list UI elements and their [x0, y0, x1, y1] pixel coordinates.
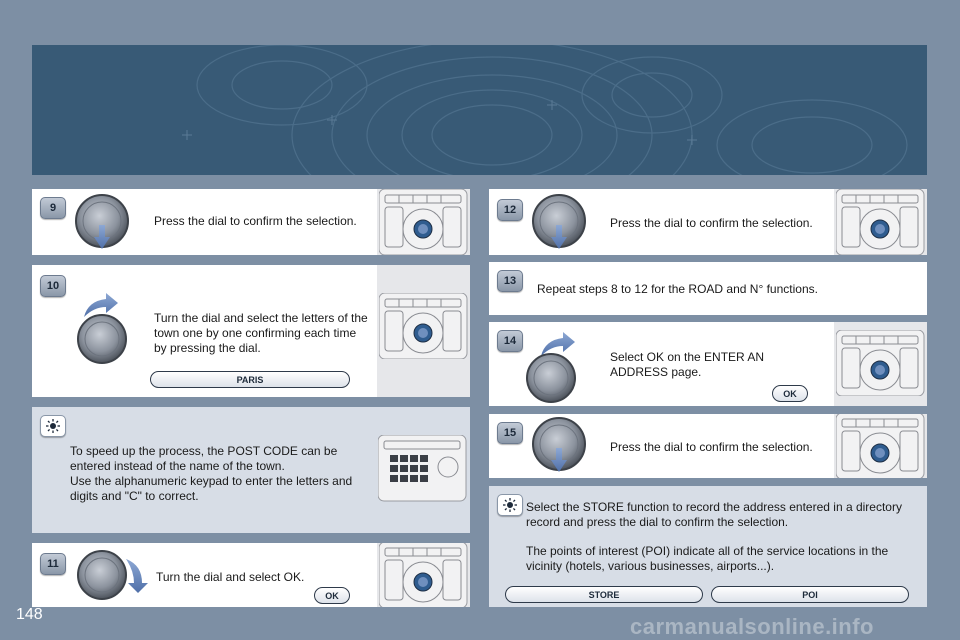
- tip-postcode-line-2: Use the alphanumeric keypad to enter the…: [70, 474, 353, 503]
- rotary-dial-icon: [75, 194, 129, 249]
- tip-card-store-poi: Select the STORE function to record the …: [489, 486, 927, 607]
- control-panel-icon: [836, 330, 925, 396]
- rotary-dial-icon: [532, 417, 586, 472]
- poi-pill: POI: [711, 586, 909, 603]
- control-panel-icon: [836, 414, 925, 478]
- step-badge-12: 12: [497, 199, 523, 221]
- ok-pill: OK: [772, 385, 808, 402]
- paris-pill: PARIS: [150, 371, 350, 388]
- keypad-panel-icon: [378, 435, 467, 502]
- tip-card-postcode: To speed up the process, the POST CODE c…: [32, 407, 470, 533]
- control-panel-icon: [379, 293, 468, 359]
- step-badge-15: 15: [497, 422, 523, 444]
- ok-pill: OK: [314, 587, 350, 604]
- step-11-card: 11 Turn the dial and select OK. OK: [32, 543, 470, 607]
- lightbulb-icon: [40, 415, 66, 437]
- lightbulb-icon: [497, 494, 523, 516]
- step-11-text: Turn the dial and select OK.: [156, 570, 305, 584]
- tip-store-paragraph-1: Select the STORE function to record the …: [526, 500, 902, 529]
- rotary-dial-icon: [526, 353, 576, 403]
- step-14-text: Select OK on the ENTER AN ADDRESS page.: [610, 350, 765, 379]
- step-badge-9: 9: [40, 197, 66, 219]
- watermark: carmanualsonline.info: [630, 614, 874, 639]
- step-badge-11: 11: [40, 553, 66, 575]
- step-13-card: 13 Repeat steps 8 to 12 for the ROAD and…: [489, 262, 927, 315]
- control-panel-icon: [379, 189, 468, 255]
- page-number: 148: [16, 606, 43, 623]
- step-badge-10: 10: [40, 275, 66, 297]
- rotary-dial-icon: [532, 194, 586, 249]
- step-15-text: Press the dial to confirm the selection.: [610, 440, 813, 454]
- step-13-text: Repeat steps 8 to 12 for the ROAD and N°…: [537, 282, 818, 296]
- header-banner: [32, 45, 927, 175]
- store-pill: STORE: [505, 586, 703, 603]
- step-9-card: 9 Press the dial to confirm the selectio…: [32, 189, 470, 255]
- rotary-dial-icon: [77, 314, 127, 364]
- step-10-text: Turn the dial and select the letters of …: [154, 311, 368, 355]
- step-15-card: 15 Press the dial to confirm the selecti…: [489, 414, 927, 478]
- step-12-card: 12 Press the dial to confirm the selecti…: [489, 189, 927, 255]
- tip-store-paragraph-2: The points of interest (POI) indicate al…: [526, 544, 889, 573]
- topographic-pattern: [182, 45, 908, 175]
- step-badge-13: 13: [497, 270, 523, 292]
- control-panel-icon: [379, 543, 468, 607]
- step-14-card: 14 Select OK on the ENTER AN ADDRESS pag…: [489, 322, 927, 406]
- step-12-text: Press the dial to confirm the selection.: [610, 216, 813, 230]
- step-9-text: Press the dial to confirm the selection.: [154, 214, 357, 228]
- step-badge-14: 14: [497, 330, 523, 352]
- step-10-card: 10 Turn the dial and select the letters …: [32, 265, 470, 397]
- control-panel-icon: [836, 189, 925, 255]
- tip-postcode-line-1: To speed up the process, the POST CODE c…: [70, 444, 338, 473]
- turn-arrow-icon: [126, 559, 148, 593]
